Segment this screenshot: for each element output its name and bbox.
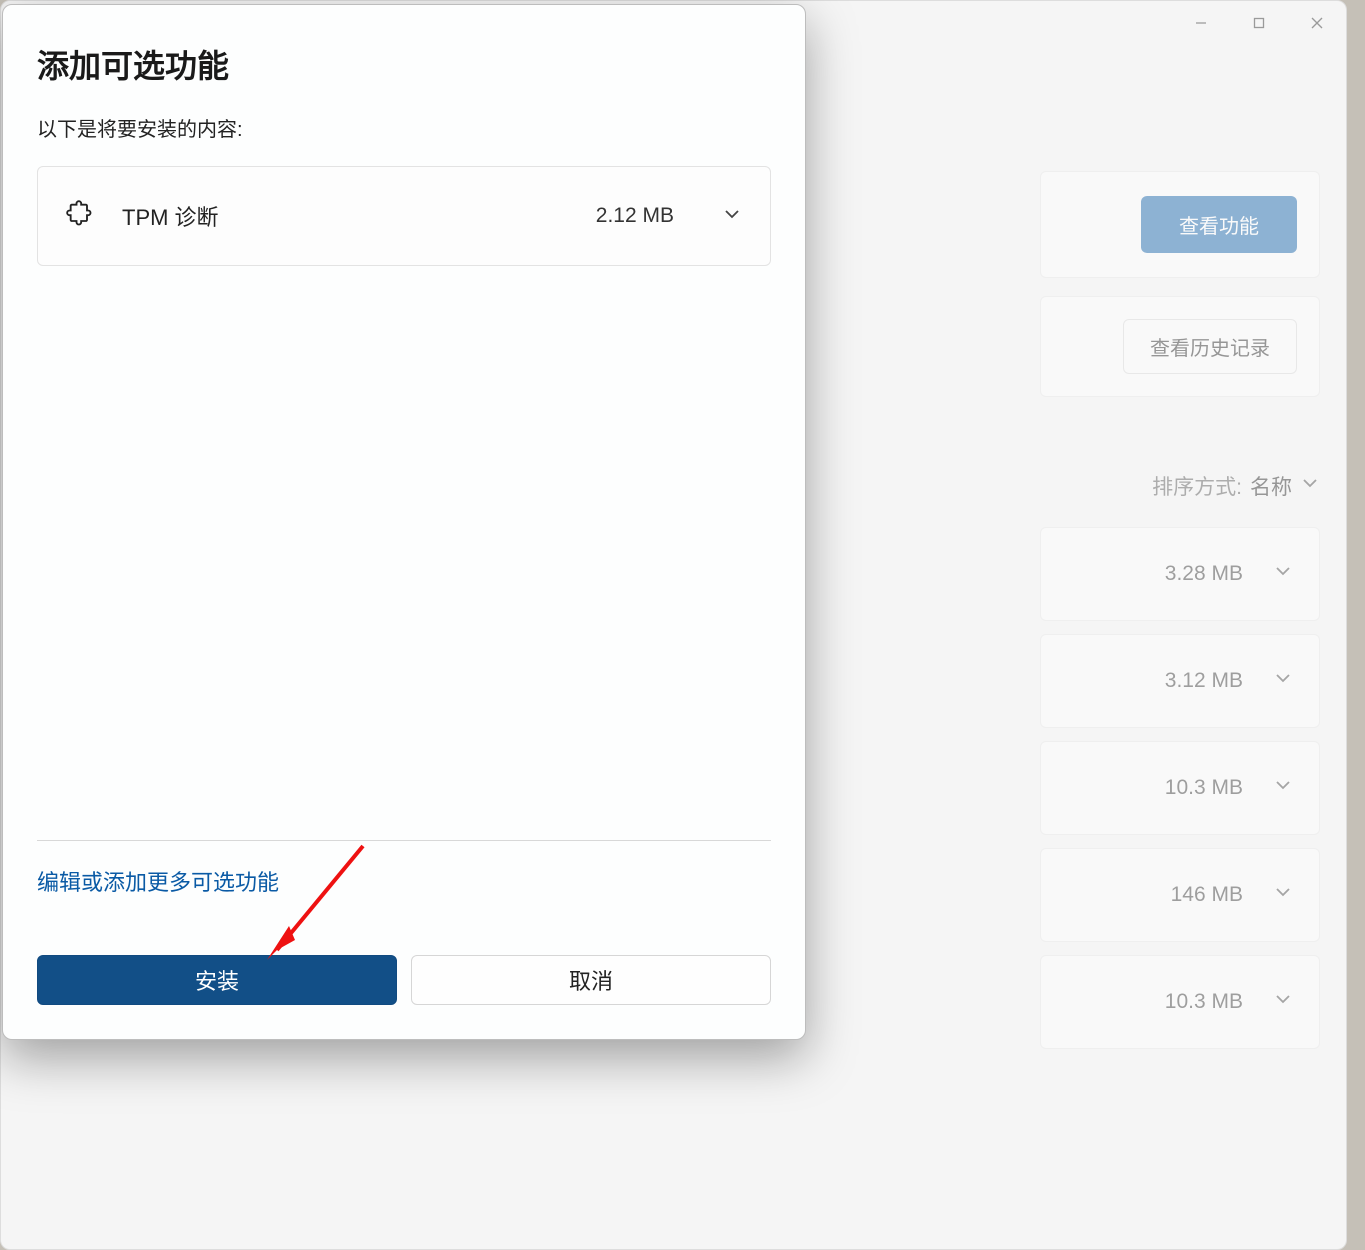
dialog-title: 添加可选功能	[37, 41, 771, 87]
chevron-down-icon[interactable]	[722, 204, 742, 229]
dialog-subtitle: 以下是将要安装的内容:	[37, 113, 771, 142]
dialog-button-row: 安装 取消	[37, 955, 771, 1005]
puzzle-icon	[66, 200, 94, 233]
edit-more-features-link[interactable]: 编辑或添加更多可选功能	[37, 865, 771, 897]
dialog-separator	[37, 840, 771, 841]
pending-feature-name: TPM 诊断	[122, 200, 568, 232]
cancel-button[interactable]: 取消	[411, 955, 771, 1005]
pending-feature-item[interactable]: TPM 诊断 2.12 MB	[37, 166, 771, 266]
add-optional-feature-dialog: 添加可选功能 以下是将要安装的内容: TPM 诊断 2.12 MB 编辑或添加更…	[2, 4, 806, 1040]
install-button[interactable]: 安装	[37, 955, 397, 1005]
pending-feature-size: 2.12 MB	[596, 204, 674, 228]
